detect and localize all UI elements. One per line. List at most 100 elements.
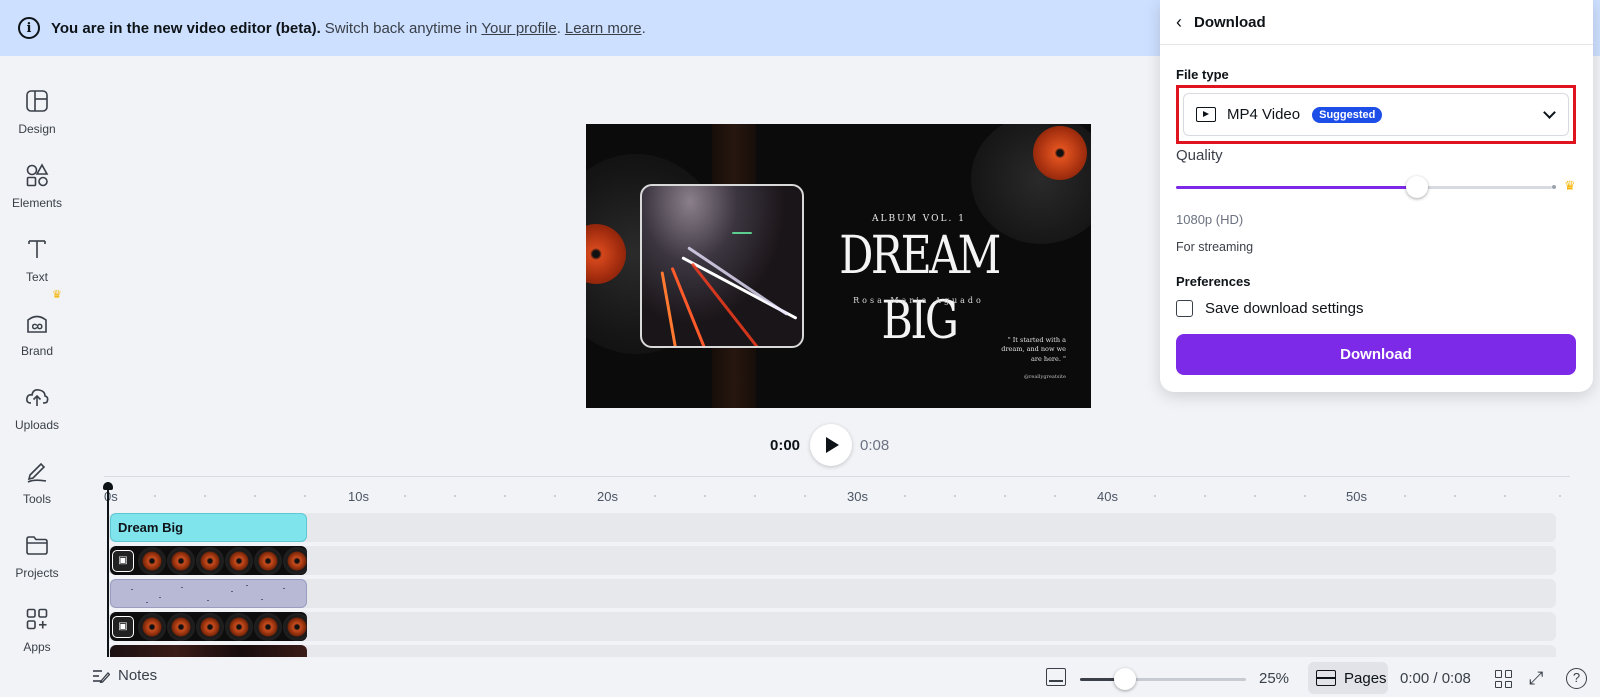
svg-text:CO: CO <box>32 324 43 331</box>
sidebar-item-uploads[interactable]: Uploads <box>0 374 74 444</box>
timeline-track <box>108 645 1556 657</box>
quality-label: Quality <box>1176 147 1223 164</box>
banner-text: Switch back anytime in <box>324 19 478 37</box>
fullscreen-icon[interactable]: ⤢ <box>1529 668 1549 688</box>
shapes-icon <box>24 162 50 188</box>
image-icon: ▣ <box>112 615 134 638</box>
playhead[interactable] <box>107 482 109 657</box>
timeline-track <box>108 612 1556 641</box>
file-type-dropdown[interactable]: MP4 Video Suggested <box>1183 93 1569 136</box>
tick-label: 20s <box>597 489 618 504</box>
video-clip[interactable] <box>110 645 307 657</box>
timeline-track <box>108 513 1556 542</box>
save-settings-checkbox[interactable] <box>1176 300 1193 317</box>
album-title-text: DREAM BIG <box>839 226 1001 351</box>
cloud-upload-icon <box>24 384 50 410</box>
artist-name-text: Rosa Maria Aguado <box>853 296 984 305</box>
file-type-label: File type <box>1176 67 1229 82</box>
help-icon[interactable]: ? <box>1566 668 1587 689</box>
tick-label: 40s <box>1097 489 1118 504</box>
save-settings-option[interactable]: Save download settings <box>1176 300 1363 317</box>
apps-icon <box>24 606 50 632</box>
sidebar-item-label: Projects <box>15 566 59 580</box>
sidebar-item-label: Brand <box>20 344 54 358</box>
timeline-ruler: 0s 10s 20s 30s 40s 50s <box>104 478 1570 504</box>
zoom-value[interactable]: 25% <box>1259 670 1289 687</box>
sidebar-item-label: Text <box>25 270 48 284</box>
zoom-slider[interactable] <box>1080 678 1246 681</box>
tick-label: 30s <box>847 489 868 504</box>
chevron-down-icon <box>1543 106 1556 119</box>
handle-text: @reallygreatsite <box>1023 374 1066 380</box>
pages-button[interactable]: Pages <box>1308 662 1388 694</box>
quality-note: For streaming <box>1176 240 1254 254</box>
timeline-track <box>108 546 1556 575</box>
quality-slider[interactable] <box>1176 186 1552 189</box>
sidebar-item-label: Tools <box>22 492 51 506</box>
total-time: 0:08 <box>860 436 890 454</box>
design-canvas[interactable]: ALBUM VOL. 1 DREAM BIG Rosa Maria Aguado… <box>586 124 1091 408</box>
play-icon <box>826 437 840 453</box>
video-icon <box>1196 107 1216 122</box>
panel-title: Download <box>1194 13 1266 31</box>
play-button[interactable] <box>810 424 853 466</box>
sidebar-item-label: Elements <box>11 196 63 210</box>
zoom-slider-handle[interactable] <box>1114 668 1136 690</box>
resolution-text: 1080p (HD) <box>1176 212 1244 227</box>
sidebar-item-tools[interactable]: Tools <box>0 448 74 518</box>
vinyl-clip[interactable]: ▣ <box>110 612 307 641</box>
download-panel: ‹ Download File type MP4 Video Suggested… <box>1160 0 1593 392</box>
save-settings-label: Save download settings <box>1205 300 1364 317</box>
playhead-handle[interactable] <box>103 482 113 490</box>
your-profile-link[interactable]: Your profile <box>481 20 556 37</box>
sidebar-item-design[interactable]: Design <box>0 78 74 148</box>
tick-label: 10s <box>348 489 369 504</box>
learn-more-link[interactable]: Learn more <box>565 20 642 37</box>
text-clip[interactable]: Dream Big <box>110 513 307 542</box>
left-sidebar: Design Elements Text CO Brand Uploads To… <box>0 56 74 697</box>
pages-icon <box>1316 670 1336 686</box>
album-tag-text: ALBUM VOL. 1 <box>872 214 966 224</box>
grid-view-icon[interactable] <box>1495 670 1513 688</box>
text-icon <box>24 236 50 262</box>
current-time: 0:00 <box>770 436 801 454</box>
quote-text: " It started with a dream, and now we ar… <box>1001 336 1066 363</box>
crown-icon: ♛ <box>1564 178 1576 193</box>
sidebar-item-elements[interactable]: Elements <box>0 152 74 222</box>
playback-controls: 0:00 0:08 <box>770 424 889 466</box>
pages-label: Pages <box>1344 669 1387 687</box>
info-icon: i <box>18 17 40 39</box>
sidebar-item-projects[interactable]: Projects <box>0 522 74 592</box>
texture-clip[interactable] <box>110 579 307 608</box>
highway-photo <box>640 184 804 348</box>
layout-icon <box>24 88 50 114</box>
notes-button[interactable]: Notes <box>92 667 157 684</box>
panel-header: ‹ Download <box>1160 0 1593 45</box>
banner-bold-text: You are in the new video editor (beta). <box>51 19 321 37</box>
sidebar-item-text[interactable]: Text <box>0 226 74 296</box>
crown-icon: ♛ <box>52 289 62 301</box>
time-readout: 0:00 / 0:08 <box>1400 670 1471 687</box>
notes-icon <box>93 669 110 683</box>
sidebar-item-label: Uploads <box>14 418 60 432</box>
file-type-value: MP4 Video <box>1227 106 1301 123</box>
sidebar-item-label: Design <box>18 122 56 136</box>
quality-slider-handle[interactable] <box>1406 176 1428 198</box>
image-icon: ▣ <box>112 549 134 572</box>
notes-label: Notes <box>118 667 158 684</box>
sidebar-item-label: Apps <box>23 640 51 654</box>
suggested-badge: Suggested <box>1312 106 1383 123</box>
download-button[interactable]: Download <box>1176 334 1576 375</box>
back-chevron-icon[interactable]: ‹ <box>1176 12 1182 33</box>
sidebar-item-apps[interactable]: Apps <box>0 596 74 666</box>
preferences-label: Preferences <box>1176 274 1251 289</box>
pen-icon <box>24 458 50 484</box>
sidebar-item-brand[interactable]: CO Brand <box>0 300 74 370</box>
vinyl-clip[interactable]: ▣ <box>110 546 307 575</box>
file-type-highlight: MP4 Video Suggested <box>1176 85 1576 144</box>
tick-label: 50s <box>1346 489 1367 504</box>
page-view-icon[interactable] <box>1046 668 1066 686</box>
timeline-track <box>108 579 1556 608</box>
brand-icon: CO <box>24 310 50 336</box>
folder-icon <box>24 532 50 558</box>
